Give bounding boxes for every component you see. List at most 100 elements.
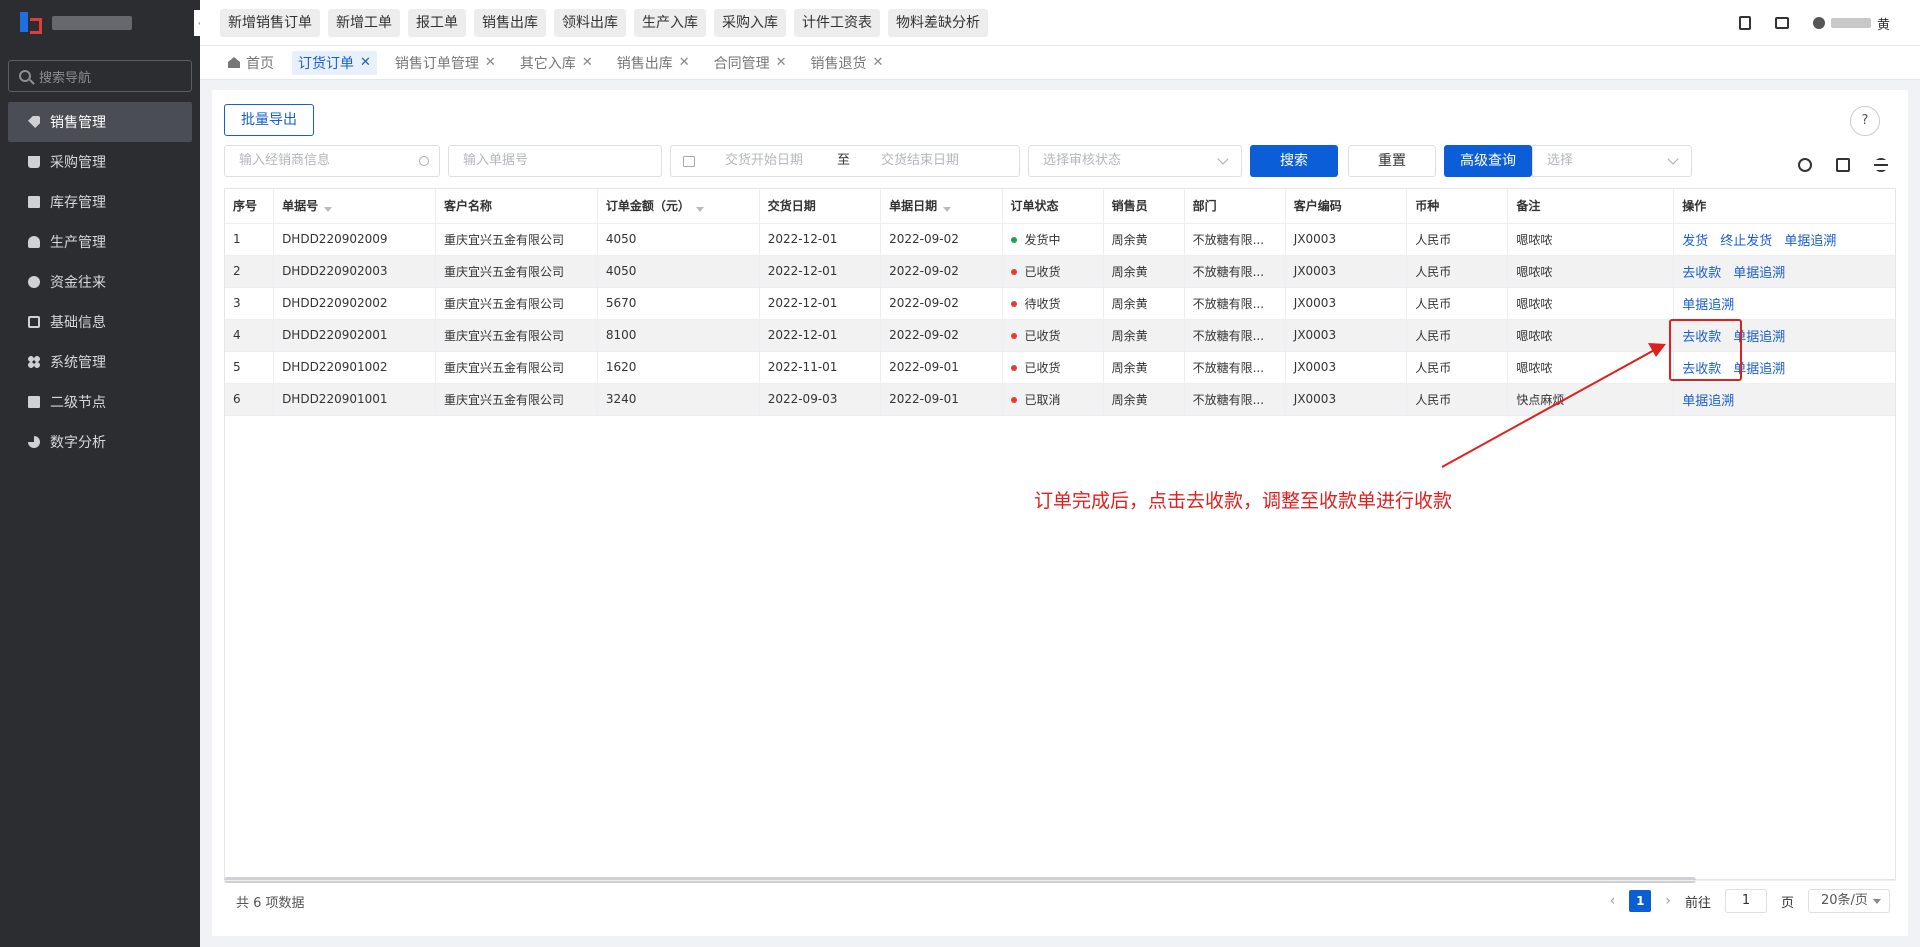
mobile-icon[interactable] bbox=[1738, 16, 1751, 30]
cell-date: 2022-09-02 bbox=[880, 287, 1003, 320]
advanced-query-button[interactable]: 高级查询 bbox=[1444, 145, 1532, 177]
sidebar-item-5[interactable]: 基础信息 bbox=[8, 302, 192, 342]
tab-0[interactable]: 首页 bbox=[222, 51, 280, 75]
close-icon[interactable]: ✕ bbox=[776, 55, 787, 70]
status-dot-icon bbox=[1010, 269, 1017, 275]
search-button[interactable]: 搜索 bbox=[1250, 145, 1338, 177]
row-action-link[interactable]: 单据追溯 bbox=[1733, 262, 1785, 281]
cell-text: 重庆宜兴五金有限公司 bbox=[443, 296, 564, 311]
tab-1[interactable]: 订货订单 ✕ bbox=[292, 50, 377, 75]
cell-text: 人民币 bbox=[1415, 360, 1452, 375]
quick-button-6[interactable]: 采购入库 bbox=[714, 8, 786, 37]
row-action-link[interactable]: 单据追溯 bbox=[1682, 294, 1734, 313]
sidebar-item-1[interactable]: 采购管理 bbox=[8, 142, 192, 182]
advanced-select[interactable]: 选择 bbox=[1532, 145, 1692, 177]
cell-actions: 单据追溯 bbox=[1673, 383, 1895, 416]
status-dot-icon bbox=[1010, 397, 1017, 403]
quick-button-1[interactable]: 新增工单 bbox=[328, 8, 400, 37]
cell-customer: 重庆宜兴五金有限公司 bbox=[435, 319, 598, 352]
cell-currency: 人民币 bbox=[1406, 223, 1509, 256]
row-action-link[interactable]: 单据追溯 bbox=[1733, 358, 1785, 377]
tab-2[interactable]: 销售订单管理 ✕ bbox=[389, 51, 502, 75]
column-settings-icon[interactable] bbox=[1874, 158, 1888, 172]
column-header-label: 序号 bbox=[233, 199, 258, 214]
close-icon[interactable]: ✕ bbox=[679, 55, 690, 70]
tab-4[interactable]: 销售出库 ✕ bbox=[611, 51, 696, 75]
close-icon[interactable]: ✕ bbox=[582, 55, 593, 70]
cell-currency: 人民币 bbox=[1406, 319, 1509, 352]
cell-currency: 人民币 bbox=[1406, 351, 1509, 384]
screen-icon[interactable] bbox=[1774, 17, 1789, 29]
sidebar-item-4[interactable]: 资金往来 bbox=[8, 262, 192, 302]
tab-3[interactable]: 其它入库 ✕ bbox=[514, 51, 599, 75]
quick-button-8[interactable]: 物料差缺分析 bbox=[888, 8, 988, 37]
sidebar-item-3[interactable]: 生产管理 bbox=[8, 222, 192, 262]
batch-export-button[interactable]: 批量导出 bbox=[224, 104, 314, 136]
cell-doc: DHDD220902001 bbox=[273, 319, 436, 352]
prev-page-icon[interactable]: ‹ bbox=[1610, 893, 1616, 909]
sort-icon[interactable] bbox=[324, 207, 333, 213]
cell-remark: 嗯哝哝 bbox=[1507, 223, 1675, 256]
people-icon bbox=[28, 236, 40, 248]
column-header-4: 交货日期 bbox=[759, 189, 882, 224]
page-size-select[interactable]: 20条/页 bbox=[1808, 889, 1890, 913]
coin-icon bbox=[28, 276, 40, 288]
cell-sales: 周余黄 bbox=[1103, 287, 1185, 320]
row-action-link[interactable]: 终止发货 bbox=[1720, 230, 1772, 249]
tab-6[interactable]: 销售退货 ✕ bbox=[805, 51, 890, 75]
row-action-link[interactable]: 单据追溯 bbox=[1682, 390, 1734, 409]
close-icon[interactable]: ✕ bbox=[360, 55, 371, 70]
page-number-current[interactable]: 1 bbox=[1629, 890, 1652, 912]
sidebar-item-6[interactable]: 系统管理 bbox=[8, 342, 192, 382]
tab-label: 合同管理 bbox=[713, 55, 770, 72]
table-tools bbox=[1798, 158, 1888, 172]
sort-icon[interactable] bbox=[943, 207, 952, 213]
column-header-5[interactable]: 单据日期 bbox=[880, 189, 1003, 224]
cell-delivery: 2022-11-01 bbox=[759, 351, 882, 384]
quick-button-2[interactable]: 报工单 bbox=[408, 8, 466, 37]
quick-button-7[interactable]: 计件工资表 bbox=[794, 8, 880, 37]
row-action-link[interactable]: 去收款 bbox=[1682, 358, 1721, 377]
table-row: 1 DHDD220902009 重庆宜兴五金有限公司 4050 2022-12-01 20… bbox=[225, 223, 1895, 256]
goto-page-input[interactable]: 1 bbox=[1724, 889, 1767, 913]
page-label: 页 bbox=[1780, 895, 1794, 911]
sort-icon[interactable] bbox=[695, 207, 704, 213]
row-action-link[interactable]: 单据追溯 bbox=[1733, 326, 1785, 345]
user-menu[interactable]: 黄 bbox=[1812, 14, 1890, 33]
refresh-icon[interactable] bbox=[1798, 158, 1812, 172]
quick-button-3[interactable]: 销售出库 bbox=[474, 8, 546, 37]
reset-button[interactable]: 重置 bbox=[1348, 145, 1436, 177]
close-icon[interactable]: ✕ bbox=[485, 55, 496, 70]
column-header-1[interactable]: 单据号 bbox=[273, 189, 436, 224]
end-date-placeholder: 交货结束日期 bbox=[881, 153, 960, 168]
row-action-link[interactable]: 单据追溯 bbox=[1784, 230, 1836, 249]
column-header-2: 客户名称 bbox=[435, 189, 598, 224]
cell-code: JX0003 bbox=[1285, 351, 1408, 384]
doc-no-input[interactable]: 输入单据号 bbox=[448, 145, 662, 177]
audit-status-select[interactable]: 选择审核状态 bbox=[1028, 145, 1242, 177]
row-action-link[interactable]: 发货 bbox=[1682, 230, 1708, 249]
next-page-icon[interactable]: › bbox=[1665, 893, 1671, 909]
tab-5[interactable]: 合同管理 ✕ bbox=[708, 51, 793, 75]
row-action-link[interactable]: 去收款 bbox=[1682, 262, 1721, 281]
sidebar-item-2[interactable]: 库存管理 bbox=[8, 182, 192, 222]
nav-search-input[interactable]: 搜索导航 bbox=[8, 60, 192, 92]
column-header-3[interactable]: 订单金额（元） bbox=[597, 189, 760, 224]
sidebar-item-0[interactable]: 销售管理 bbox=[8, 102, 192, 142]
quick-button-5[interactable]: 生产入库 bbox=[634, 8, 706, 37]
row-action-link[interactable]: 去收款 bbox=[1682, 326, 1721, 345]
cell-text: 2022-09-02 bbox=[889, 296, 959, 310]
sidebar-item-8[interactable]: 数字分析 bbox=[8, 422, 192, 462]
close-icon[interactable]: ✕ bbox=[873, 55, 884, 70]
fullscreen-icon[interactable] bbox=[1836, 158, 1850, 172]
sidebar-item-7[interactable]: 二级节点 bbox=[8, 382, 192, 422]
delivery-date-range[interactable]: 交货开始日期 至 交货结束日期 bbox=[670, 145, 1020, 177]
dealer-input[interactable]: 输入经销商信息 bbox=[224, 145, 440, 177]
cell-text: 人民币 bbox=[1415, 392, 1452, 407]
cell-amount: 5670 bbox=[597, 287, 760, 320]
help-icon[interactable]: ? bbox=[1850, 106, 1880, 136]
cell-date: 2022-09-01 bbox=[880, 383, 1003, 416]
quick-button-0[interactable]: 新增销售订单 bbox=[220, 8, 320, 37]
quick-button-4[interactable]: 领料出库 bbox=[554, 8, 626, 37]
cell-text: 不放糖有限... bbox=[1192, 264, 1265, 279]
